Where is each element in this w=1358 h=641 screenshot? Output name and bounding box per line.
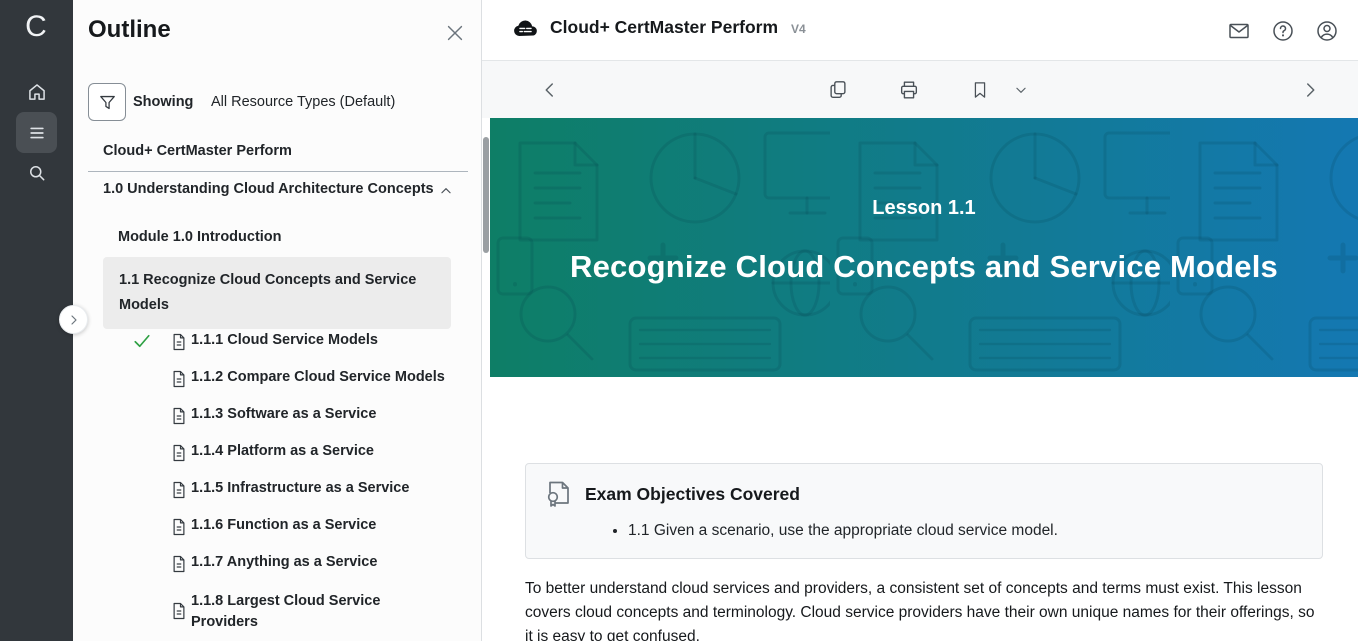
bookmark-icon xyxy=(970,80,990,100)
document-icon xyxy=(171,555,187,578)
lesson-hero-banner: Lesson 1.1 Recognize Cloud Concepts and … xyxy=(490,118,1358,377)
lesson-item-1-1-5[interactable]: 1.1.5 Infrastructure as a Service xyxy=(73,479,482,503)
document-icon xyxy=(171,370,187,393)
section-1-0-toggle[interactable]: 1.0 Understanding Cloud Architecture Con… xyxy=(103,181,463,197)
outline-title: Outline xyxy=(88,16,171,44)
page: C Outline xyxy=(0,0,1358,641)
account-button[interactable] xyxy=(1314,18,1340,44)
search-icon xyxy=(27,163,47,183)
previous-page-button[interactable] xyxy=(537,77,563,103)
lesson-item-1-1-1[interactable]: 1.1.1 Cloud Service Models xyxy=(73,331,482,355)
print-button[interactable] xyxy=(896,77,922,103)
help-button[interactable] xyxy=(1270,18,1296,44)
lesson-item-1-1-2[interactable]: 1.1.2 Compare Cloud Service Models xyxy=(73,368,482,392)
chevron-right-icon xyxy=(68,314,80,326)
lesson-item-1-1-7[interactable]: 1.1.7 Anything as a Service xyxy=(73,553,482,577)
document-icon xyxy=(171,444,187,467)
chevron-left-icon xyxy=(541,81,559,99)
lesson-1-1-selected-item[interactable]: 1.1 Recognize Cloud Concepts and Service… xyxy=(103,257,451,329)
lesson-label: 1.1.6 Function as a Service xyxy=(191,517,376,533)
exam-objectives-title: Exam Objectives Covered xyxy=(585,484,800,505)
lesson-label: 1.1.4 Platform as a Service xyxy=(191,443,374,459)
outline-panel: Outline Showing All Resource Types (Defa… xyxy=(73,0,482,641)
envelope-icon xyxy=(1227,19,1251,43)
outline-menu-button[interactable] xyxy=(16,112,57,153)
lesson-toolbar xyxy=(482,61,1358,118)
sidebar-expand-button[interactable] xyxy=(59,305,88,334)
chevron-down-icon xyxy=(1014,83,1028,97)
lesson-item-1-1-6[interactable]: 1.1.6 Function as a Service xyxy=(73,516,482,540)
check-icon xyxy=(133,333,151,354)
home-icon xyxy=(27,82,47,102)
lesson-content: Exam Objectives Covered 1.1 Given a scen… xyxy=(482,377,1358,641)
chevron-right-icon xyxy=(1301,81,1319,99)
divider xyxy=(88,171,468,172)
section-1-0-label: 1.0 Understanding Cloud Architecture Con… xyxy=(103,181,434,197)
copy-icon xyxy=(827,79,849,101)
search-button[interactable] xyxy=(16,152,57,193)
comptia-logo: C xyxy=(0,10,73,44)
user-icon xyxy=(1315,19,1339,43)
lesson-item-1-1-4[interactable]: 1.1.4 Platform as a Service xyxy=(73,442,482,466)
document-icon xyxy=(171,481,187,504)
app-title: Cloud+ CertMaster Perform xyxy=(550,17,778,38)
bookmark-menu-button[interactable] xyxy=(1008,77,1034,103)
lesson-label: 1.1.1 Cloud Service Models xyxy=(191,332,378,348)
exam-objectives-list: 1.1 Given a scenario, use the appropriat… xyxy=(546,519,1302,542)
banner-title: Recognize Cloud Concepts and Service Mod… xyxy=(570,249,1278,285)
menu-icon xyxy=(27,123,47,143)
lesson-label: 1.1.7 Anything as a Service xyxy=(191,554,377,570)
lesson-label: 1.1.5 Infrastructure as a Service xyxy=(191,480,409,496)
close-outline-button[interactable] xyxy=(444,22,468,46)
document-icon xyxy=(171,407,187,430)
module-1-0-item[interactable]: Module 1.0 Introduction xyxy=(118,229,282,245)
exam-objective-item: 1.1 Given a scenario, use the appropriat… xyxy=(628,519,1302,542)
filter-icon xyxy=(98,93,117,112)
showing-label: Showing xyxy=(133,94,193,110)
messages-button[interactable] xyxy=(1226,18,1252,44)
exam-objectives-box: Exam Objectives Covered 1.1 Given a scen… xyxy=(525,463,1323,559)
lesson-item-1-1-8[interactable]: 1.1.8 Largest Cloud Service Providers xyxy=(73,590,482,636)
sidebar-scrollbar-thumb[interactable] xyxy=(483,137,489,253)
help-icon xyxy=(1271,19,1295,43)
next-page-button[interactable] xyxy=(1297,77,1323,103)
printer-icon xyxy=(898,79,920,101)
course-title: Cloud+ CertMaster Perform xyxy=(103,143,292,159)
banner-lesson-label: Lesson 1.1 xyxy=(570,197,1278,220)
certificate-icon xyxy=(546,480,572,508)
close-icon xyxy=(444,22,466,44)
resource-filter-value: All Resource Types (Default) xyxy=(211,94,395,110)
cloud-product-icon xyxy=(512,18,539,38)
chevron-up-icon xyxy=(439,184,453,202)
main-area: Cloud+ CertMaster Perform V4 xyxy=(482,0,1358,641)
document-icon xyxy=(171,333,187,356)
document-icon xyxy=(171,602,187,625)
lesson-label: 1.1.2 Compare Cloud Service Models xyxy=(191,369,445,385)
app-version-badge: V4 xyxy=(791,22,806,36)
lesson-label: 1.1.3 Software as a Service xyxy=(191,406,376,422)
bookmark-button[interactable] xyxy=(967,77,993,103)
filter-button[interactable] xyxy=(88,83,126,121)
lesson-item-1-1-3[interactable]: 1.1.3 Software as a Service xyxy=(73,405,482,429)
copy-button[interactable] xyxy=(825,77,851,103)
lesson-intro-paragraph: To better understand cloud services and … xyxy=(525,577,1323,641)
app-header: Cloud+ CertMaster Perform V4 xyxy=(482,0,1358,61)
lesson-label: 1.1.8 Largest Cloud Service Providers xyxy=(191,591,386,633)
home-button[interactable] xyxy=(16,71,57,112)
document-icon xyxy=(171,518,187,541)
